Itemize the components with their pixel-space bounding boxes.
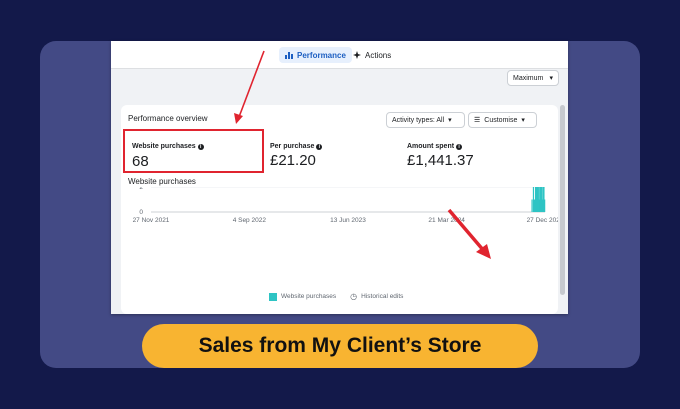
- info-icon[interactable]: i: [197, 143, 204, 150]
- tab-performance[interactable]: Performance: [279, 47, 352, 63]
- top-tab-bar: Performance Actions: [111, 41, 568, 69]
- card-title: Performance overview: [128, 114, 208, 123]
- x-tick-label: 21 Mar 2024: [428, 217, 465, 224]
- x-tick-label: 13 Jun 2023: [330, 217, 366, 224]
- columns-icon: ☰: [474, 117, 481, 124]
- customise-label: Customise: [484, 116, 518, 124]
- activity-types-button[interactable]: Activity types: All ▾: [386, 112, 465, 128]
- y-tick-label: 2: [139, 187, 143, 191]
- caption-banner: Sales from My Client’s Store: [142, 324, 538, 368]
- metric-per-purchase-value: £21.20: [270, 152, 316, 169]
- bar[interactable]: [531, 199, 533, 213]
- activity-types-label: Activity types: All: [392, 116, 445, 124]
- ads-manager-screenshot: Performance Actions Maximum ▾ Performanc…: [111, 41, 568, 314]
- legend-website-purchases[interactable]: Website purchases: [269, 292, 337, 301]
- legend-historical-edits[interactable]: ◷ Historical edits: [350, 292, 403, 301]
- chart-legend: Website purchases ◷ Historical edits: [269, 292, 403, 301]
- caret-down-icon: ▾: [521, 117, 525, 124]
- metric-website-purchases-value: 68: [132, 153, 149, 170]
- info-icon[interactable]: i: [456, 143, 463, 150]
- y-tick-label: 0: [139, 209, 143, 216]
- performance-overview-card: Performance overview Activity types: All…: [121, 105, 558, 314]
- sparkle-icon: [353, 51, 361, 59]
- x-tick-label: 4 Sep 2022: [233, 217, 267, 224]
- website-purchases-chart: 024627 Nov 20214 Sep 202213 Jun 202321 M…: [133, 187, 558, 224]
- date-range-value: Maximum: [513, 74, 544, 82]
- metric-per-purchase-label: Per purchase i: [270, 143, 323, 150]
- metric-amount-spent-label: Amount spent i: [407, 143, 463, 150]
- chart-title: Website purchases: [128, 177, 196, 186]
- tab-performance-label: Performance: [297, 50, 346, 60]
- customise-button[interactable]: ☰ Customise ▾: [468, 112, 537, 128]
- metric-website-purchases-label: Website purchases i: [132, 143, 204, 150]
- date-range-dropdown[interactable]: Maximum ▾: [507, 70, 559, 86]
- history-icon: ◷: [350, 292, 358, 301]
- vertical-scrollbar[interactable]: [560, 105, 565, 295]
- bar-chart-icon: [285, 52, 293, 59]
- tab-actions[interactable]: Actions: [347, 47, 397, 63]
- bar[interactable]: [544, 199, 546, 213]
- x-tick-label: 27 Dec 2024: [527, 217, 558, 224]
- caret-down-icon: ▾: [549, 75, 553, 82]
- caret-down-icon: ▾: [448, 117, 452, 124]
- metric-amount-spent-value: £1,441.37: [407, 152, 474, 169]
- x-tick-label: 27 Nov 2021: [133, 217, 170, 224]
- legend-website-purchases-label: Website purchases: [281, 293, 337, 300]
- info-icon[interactable]: i: [316, 143, 323, 150]
- legend-swatch: [269, 292, 277, 301]
- legend-historical-edits-label: Historical edits: [361, 293, 404, 300]
- tab-actions-label: Actions: [365, 50, 392, 60]
